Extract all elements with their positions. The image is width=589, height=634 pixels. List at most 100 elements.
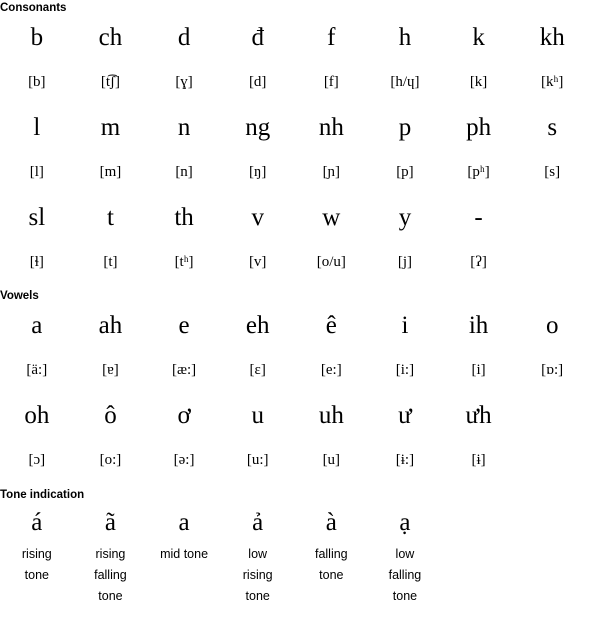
consonant-ipa: [ɣ] [175,74,193,90]
consonant-ipa: [m] [99,164,122,180]
vowel-letter: ư [398,402,412,429]
consonant-ipa [515,240,589,285]
tone-description-line: falling [388,568,422,582]
tone-description [515,544,589,607]
consonant-letter: - [474,204,483,231]
tones-section: Tone indication á ã a ả à ạ rising tone … [0,483,589,607]
vowel-letter: ah [98,312,123,339]
consonant-letter: l [33,114,41,141]
vowel-ipa: [ɒ:] [541,362,564,378]
tone-description-line: low [395,547,415,561]
consonant-letter: sl [28,204,46,231]
tone-description-line: tone [24,568,49,582]
consonant-ipa: [h/ɥ] [390,74,420,90]
vowel-letter-row-1: a ah e eh ê i ih o [0,303,589,348]
vowel-ipa [515,438,589,483]
consonant-letter: đ [251,24,264,51]
tone-letter [515,502,589,544]
tone-description-line: falling [314,547,348,561]
consonant-ipa: [b] [28,74,46,90]
vowel-ipa: [ä:] [26,362,48,378]
tone-description: falling tone [295,544,369,607]
tone-letter-row: á ã a ả à ạ [0,502,589,544]
consonant-ipa: [l] [29,164,44,180]
consonant-ipa: [ɬ] [29,254,44,270]
vowel-letter: ơ [177,402,191,429]
tone-description-row: rising tone rising falling tone mid tone… [0,544,589,607]
vowel-letter [515,393,589,438]
vowel-letter: a [31,312,43,339]
vowel-ipa: [u] [322,452,341,468]
consonant-letter: k [472,24,485,51]
tone-letter: ạ [399,509,411,536]
tone-description-line: falling [94,568,127,582]
consonant-ipa: [ŋ] [248,164,267,180]
consonant-ipa-row-1: [b] [t͡ʃ] [ɣ] [d] [f] [h/ɥ] [k] [kʰ] [0,60,589,105]
consonant-ipa: [kʰ] [541,74,564,90]
consonant-letter: b [30,24,44,51]
consonant-ipa: [o/u] [316,254,346,270]
consonant-letter: p [398,114,412,141]
tone-description: low rising tone [221,544,295,607]
consonant-letter: ch [98,24,123,51]
tone-description-line: tone [319,568,344,582]
tone-description-line: tone [98,589,123,603]
vowel-letter: e [178,312,190,339]
consonant-ipa: [tʰ] [174,254,194,270]
consonant-ipa: [s] [544,164,561,180]
consonants-header: Consonants [0,2,67,14]
consonant-letter: nh [318,114,344,141]
tone-description: low falling tone [368,544,442,607]
tone-description-line: tone [245,589,270,603]
consonant-ipa: [d] [248,74,267,90]
vowel-ipa: [i:] [395,362,415,378]
tone-description-line: tone [392,589,418,603]
vowels-header: Vowels [0,290,39,302]
tone-description-line: low [248,547,268,561]
tone-description: rising tone [0,544,74,607]
vowel-ipa: [ɨ] [471,452,486,468]
consonant-letter-row-2: l m n ng nh p ph s [0,105,589,150]
vowel-letter: oh [24,402,50,429]
consonant-letter: f [327,24,336,51]
vowel-ipa-row-2: [ɔ] [o:] [ə:] [u:] [u] [ɨ:] [ɨ] [0,438,589,483]
consonant-ipa: [t͡ʃ] [100,74,121,90]
vowel-ipa-row-1: [ä:] [ɐ] [æ:] [ɛ] [e:] [i:] [i] [ɒ:] [0,348,589,393]
vowel-letter: ê [325,312,337,339]
consonant-ipa-row-3: [ɬ] [t] [tʰ] [v] [o/u] [j] [ʔ] [0,240,589,285]
consonants-section: Consonants b ch d đ f h k kh [b] [t͡ʃ] [… [0,0,589,285]
consonant-ipa: [t] [103,254,118,270]
vowel-letter: ưh [465,402,492,429]
pronunciation-chart: Consonants b ch d đ f h k kh [b] [t͡ʃ] [… [0,0,589,607]
tone-letter: ã [104,509,116,536]
consonant-ipa: [ɲ] [322,164,341,180]
consonant-ipa: [n] [175,164,193,180]
consonant-letter: h [398,24,412,51]
vowels-section: Vowels a ah e eh ê i ih o [ä:] [ɐ] [æ:] … [0,285,589,483]
tone-description: rising falling tone [74,544,148,607]
consonant-letter: y [398,204,412,231]
vowel-ipa: [e:] [320,362,342,378]
vowel-ipa: [ə:] [173,452,195,468]
vowel-ipa: [ɔ] [28,452,46,468]
consonant-letter-row-1: b ch d đ f h k kh [0,15,589,60]
vowel-letter-row-2: oh ô ơ u uh ư ưh [0,393,589,438]
vowel-ipa: [æ:] [171,362,197,378]
consonant-letter [515,195,589,240]
vowel-letter: uh [318,402,344,429]
consonant-ipa: [ʔ] [470,254,487,270]
consonant-ipa: [pʰ] [467,164,490,180]
consonant-letter: t [106,204,114,231]
consonant-letter: d [177,24,191,51]
tone-description: mid tone [147,544,221,607]
vowel-letter: eh [245,312,270,339]
tone-description-line: mid tone [160,547,209,561]
consonant-letter: w [322,204,341,231]
consonant-ipa: [j] [397,254,413,270]
tone-description-line: rising [242,568,273,582]
consonant-ipa: [v] [248,254,267,270]
tone-description-line: rising [95,547,126,561]
vowel-letter: ih [468,312,489,339]
tone-letter [442,502,516,544]
consonant-letter: v [251,204,264,231]
